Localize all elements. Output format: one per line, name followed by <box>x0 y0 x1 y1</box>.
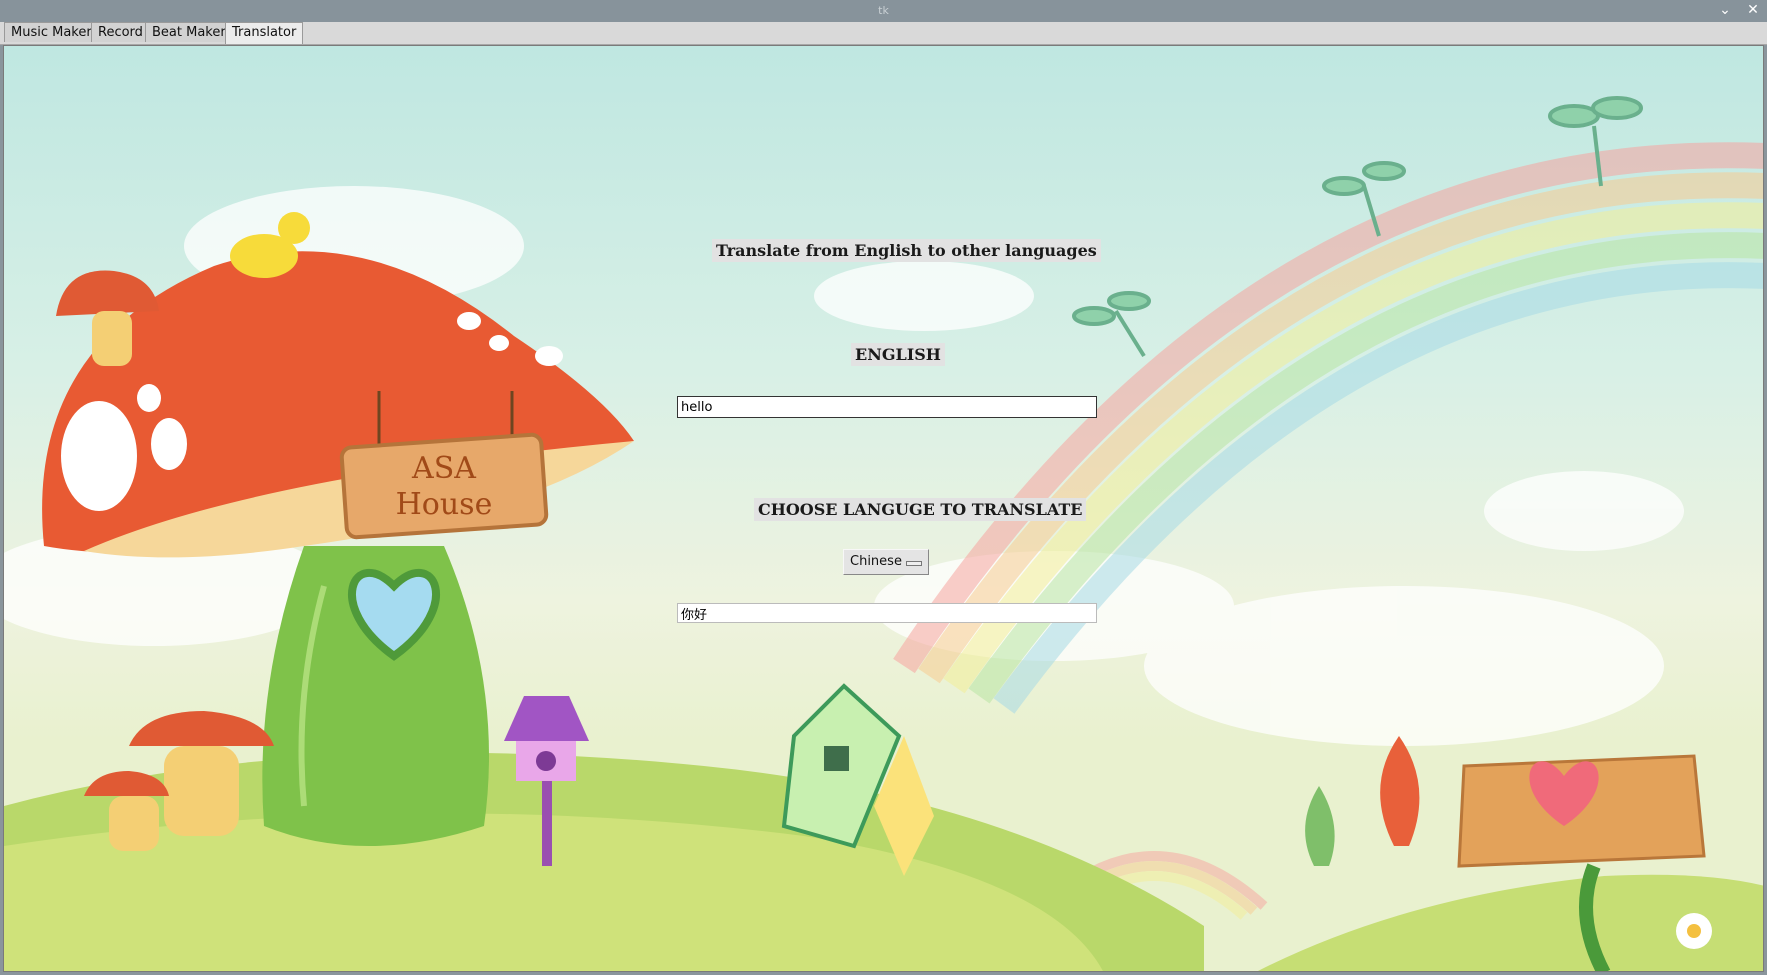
tab-strip: Music Maker Record Beat Maker Translator <box>0 22 1767 45</box>
close-icon[interactable]: ✕ <box>1745 1 1761 19</box>
language-select[interactable]: Chinese <box>843 549 929 575</box>
sign-line-1: ASA <box>411 451 476 486</box>
tab-beat-maker[interactable]: Beat Maker <box>145 22 233 42</box>
menu-indicator-icon <box>906 561 922 566</box>
tab-music-maker[interactable]: Music Maker <box>4 22 99 42</box>
window-title-bar: tk ⌄ ✕ <box>0 0 1767 22</box>
chevron-down-icon[interactable]: ⌄ <box>1717 1 1733 19</box>
tab-record[interactable]: Record <box>91 22 150 42</box>
translator-panel: ASA House Translate from English to othe… <box>3 45 1764 972</box>
source-text-input[interactable] <box>677 396 1097 418</box>
tab-translator[interactable]: Translator <box>225 22 304 44</box>
language-select-value: Chinese <box>850 554 902 569</box>
sign-line-2: House <box>396 487 493 522</box>
window-title: tk <box>878 4 889 17</box>
source-language-label: ENGLISH <box>851 343 945 366</box>
translated-text-output[interactable] <box>677 603 1097 623</box>
translator-heading: Translate from English to other language… <box>712 239 1101 262</box>
choose-language-label: CHOOSE LANGUGE TO TRANSLATE <box>754 498 1087 521</box>
